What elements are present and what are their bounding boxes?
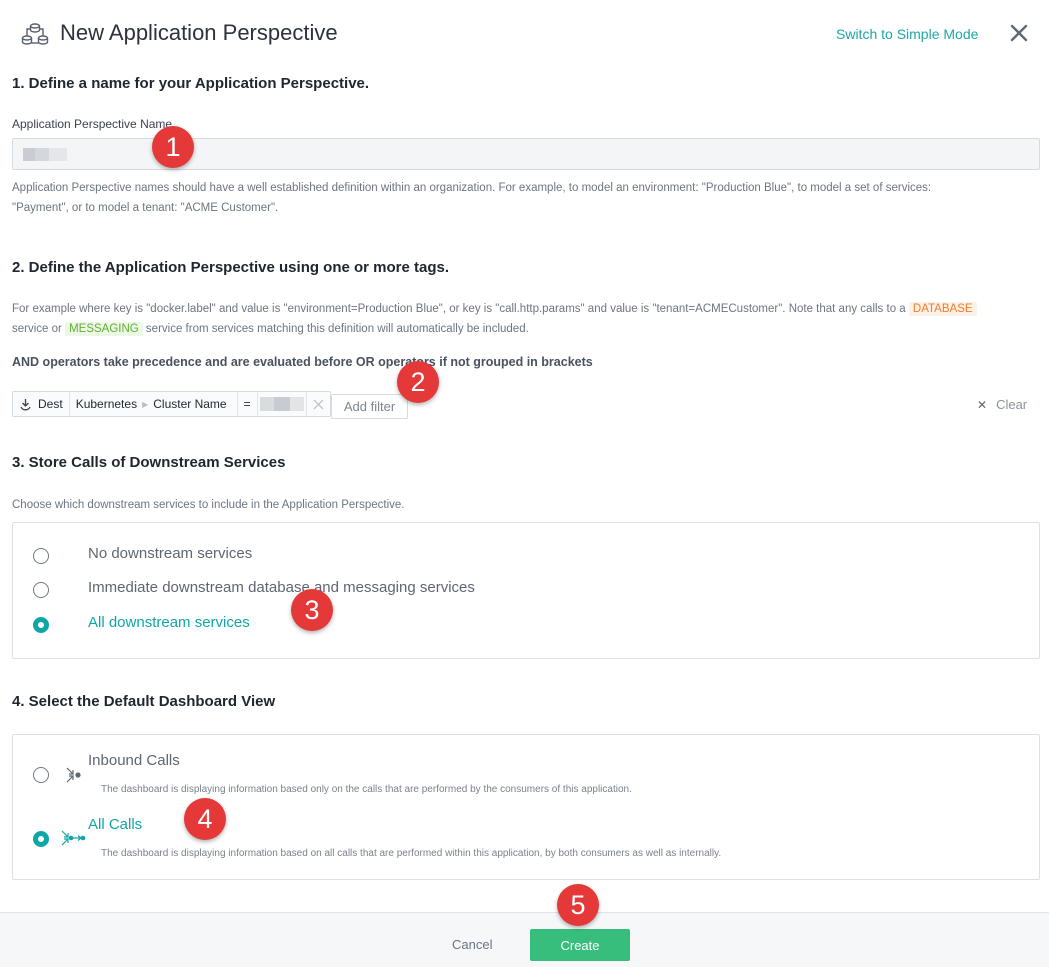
radio-immediate-downstream[interactable] xyxy=(33,582,49,598)
name-help-line-2: "Payment", or to model a tenant: "ACME C… xyxy=(12,202,279,214)
redacted-value xyxy=(23,148,67,161)
dashboard-view-options-box: Inbound Calls The dashboard is displayin… xyxy=(12,734,1040,880)
name-help-line-1: Application Perspective names should hav… xyxy=(12,182,932,194)
redacted-filter-value xyxy=(259,397,304,411)
section-4-title: 4. Select the Default Dashboard View xyxy=(12,693,276,710)
option-inbound-calls[interactable]: Inbound Calls xyxy=(88,752,180,769)
tags-help-text: For example where key is "docker.label" … xyxy=(12,299,1042,339)
tags-help-part-2: service or xyxy=(12,323,62,335)
filter-direction-label: Dest xyxy=(38,397,63,411)
filter-operator-label: = xyxy=(243,397,251,411)
remove-filter-button[interactable] xyxy=(307,392,330,416)
filter-category: Kubernetes xyxy=(75,397,138,411)
option-no-downstream[interactable]: No downstream services xyxy=(88,545,252,562)
add-filter-button[interactable]: Add filter xyxy=(331,394,408,419)
inbound-calls-icon xyxy=(66,767,81,783)
operator-precedence-note: AND operators take precedence and are ev… xyxy=(12,355,593,369)
downstream-help-text: Choose which downstream services to incl… xyxy=(12,499,405,511)
name-field-label: Application Perspective Name xyxy=(12,117,173,131)
option-immediate-downstream[interactable]: Immediate downstream database and messag… xyxy=(88,579,475,596)
clear-label: Clear xyxy=(996,397,1028,412)
database-tag: DATABASE xyxy=(908,302,977,316)
section-3-title: 3. Store Calls of Downstream Services xyxy=(12,454,286,471)
filter-key[interactable]: Kubernetes ▶ Cluster Name xyxy=(70,392,238,416)
application-perspective-icon xyxy=(21,23,49,45)
radio-all-calls[interactable] xyxy=(33,831,49,847)
filter-key-label: Cluster Name xyxy=(153,397,227,411)
option-all-calls[interactable]: All Calls xyxy=(88,816,142,833)
chevron-right-icon: ▶ xyxy=(142,399,149,409)
messaging-tag: MESSAGING xyxy=(65,322,143,336)
close-icon xyxy=(313,399,324,409)
tags-help-part-1: For example where key is "docker.label" … xyxy=(12,303,906,315)
section-1-title: 1. Define a name for your Application Pe… xyxy=(12,75,370,92)
tags-help-part-3: service from services matching this defi… xyxy=(145,323,529,335)
filter-operator[interactable]: = xyxy=(238,392,258,416)
inbound-calls-description: The dashboard is displaying information … xyxy=(101,784,632,795)
option-all-downstream[interactable]: All downstream services xyxy=(88,614,250,631)
close-icon[interactable] xyxy=(1008,22,1030,44)
switch-to-simple-mode-link[interactable]: Switch to Simple Mode xyxy=(836,26,978,42)
annotation-badge-2: 2 xyxy=(397,361,439,403)
dialog-header: New Application Perspective Switch to Si… xyxy=(0,0,1049,68)
annotation-badge-3: 3 xyxy=(291,589,333,631)
filter-direction[interactable]: Dest xyxy=(13,392,70,416)
downstream-options-box: No downstream services Immediate downstr… xyxy=(12,522,1040,659)
annotation-badge-4: 4 xyxy=(184,798,226,840)
filter-value[interactable] xyxy=(258,392,307,416)
download-arrow-icon xyxy=(20,398,31,410)
filter-chip[interactable]: Dest Kubernetes ▶ Cluster Name = xyxy=(12,391,331,417)
radio-no-downstream[interactable] xyxy=(33,548,49,564)
name-help-text: Application Perspective names should hav… xyxy=(12,178,931,218)
all-calls-icon xyxy=(61,830,86,846)
page-title: New Application Perspective xyxy=(60,20,338,45)
clear-filters-button[interactable]: ✕ Clear xyxy=(977,397,1027,412)
radio-all-downstream[interactable] xyxy=(33,617,49,633)
annotation-badge-1: 1 xyxy=(152,126,194,168)
section-2-title: 2. Define the Application Perspective us… xyxy=(12,259,450,276)
cancel-button[interactable]: Cancel xyxy=(452,937,492,952)
radio-inbound-calls[interactable] xyxy=(33,767,49,783)
annotation-badge-5: 5 xyxy=(557,884,599,926)
clear-icon: ✕ xyxy=(977,398,988,412)
dialog-footer: Cancel Create xyxy=(0,912,1049,967)
create-button[interactable]: Create xyxy=(530,929,630,961)
all-calls-description: The dashboard is displaying information … xyxy=(101,848,722,859)
